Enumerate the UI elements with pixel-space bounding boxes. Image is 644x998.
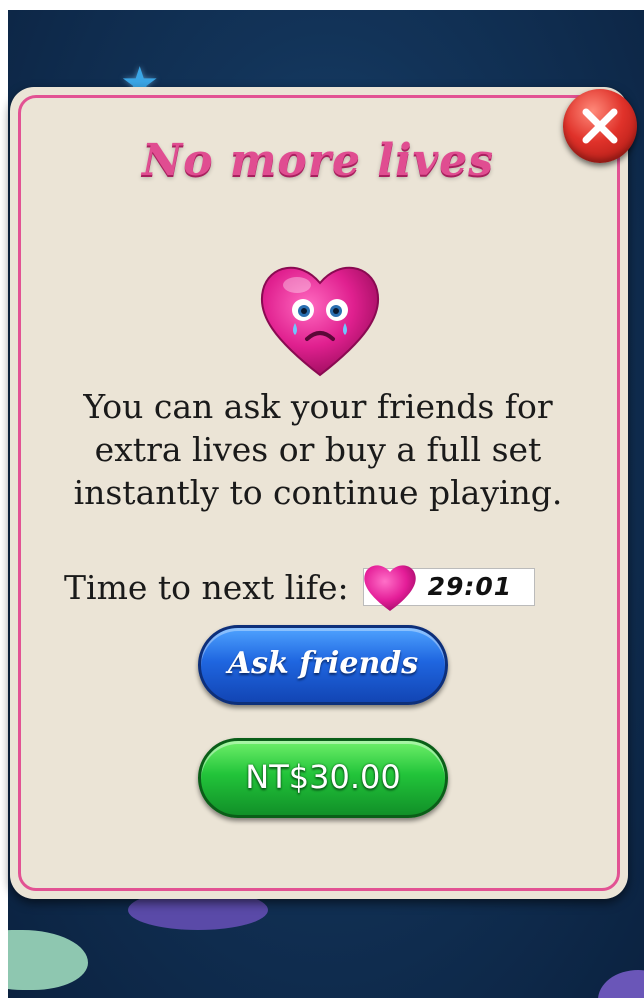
ask-friends-button[interactable]: Ask friends [198,625,448,705]
background-shape [598,970,644,998]
sad-heart-icon [255,255,385,380]
dialog-message: You can ask your friends for extra lives… [73,387,563,512]
next-life-timer-row: Time to next life: 29:01 [64,562,535,612]
life-heart-icon [363,565,416,611]
buy-lives-button[interactable]: NT$30.00 [198,738,448,818]
dialog-title: No more lives [141,135,495,186]
background-shape [8,930,88,990]
timer-value: 29:01 [427,572,513,601]
timer-box: 29:01 [362,565,535,611]
timer-label: Time to next life: [64,567,349,607]
